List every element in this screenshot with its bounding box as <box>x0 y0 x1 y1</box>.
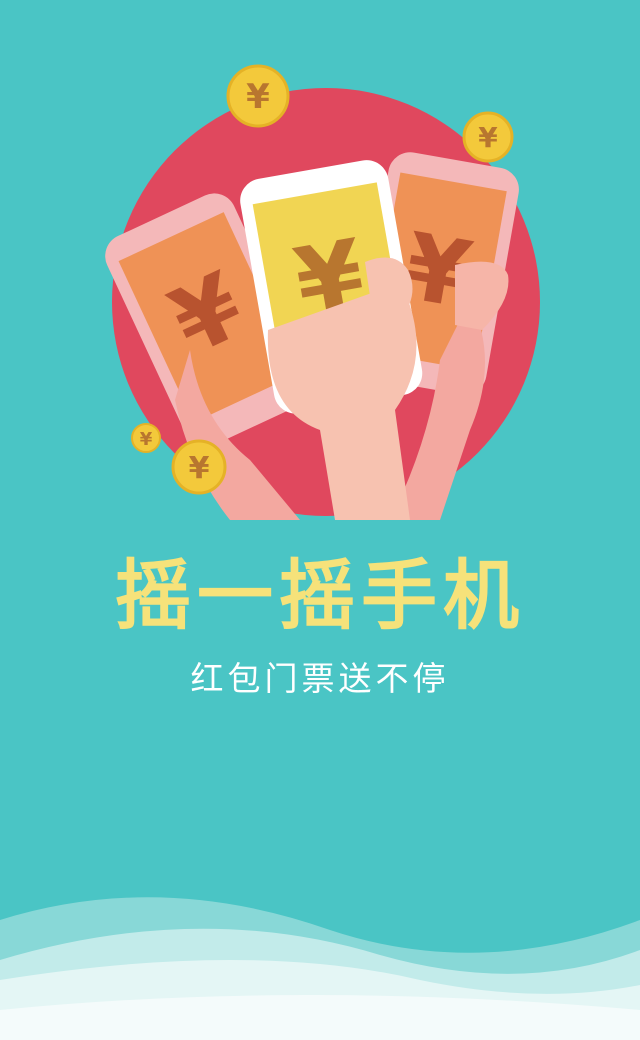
coin-yuan-icon: ¥ <box>140 429 153 450</box>
shake-phone-illustration: ¥ ¥ ¥ ¥ ¥ ¥ ¥ <box>105 64 540 520</box>
coin-yuan-icon: ¥ <box>189 451 210 486</box>
coin-yuan-icon: ¥ <box>478 121 498 154</box>
coin-yuan-icon: ¥ <box>246 77 270 117</box>
splash-screen: ¥ ¥ ¥ ¥ ¥ ¥ ¥ 摇一摇手机 红包门票送不停 <box>0 0 640 1040</box>
coin-small-left: ¥ <box>131 423 161 453</box>
coin-top-right: ¥ <box>462 111 514 163</box>
coin-top-left: ¥ <box>226 64 290 128</box>
bottom-waves-decoration <box>0 897 640 1040</box>
coin-bottom-left: ¥ <box>171 439 227 495</box>
splash-subtitle: 红包门票送不停 <box>190 659 450 698</box>
splash-title: 摇一摇手机 <box>115 551 525 640</box>
